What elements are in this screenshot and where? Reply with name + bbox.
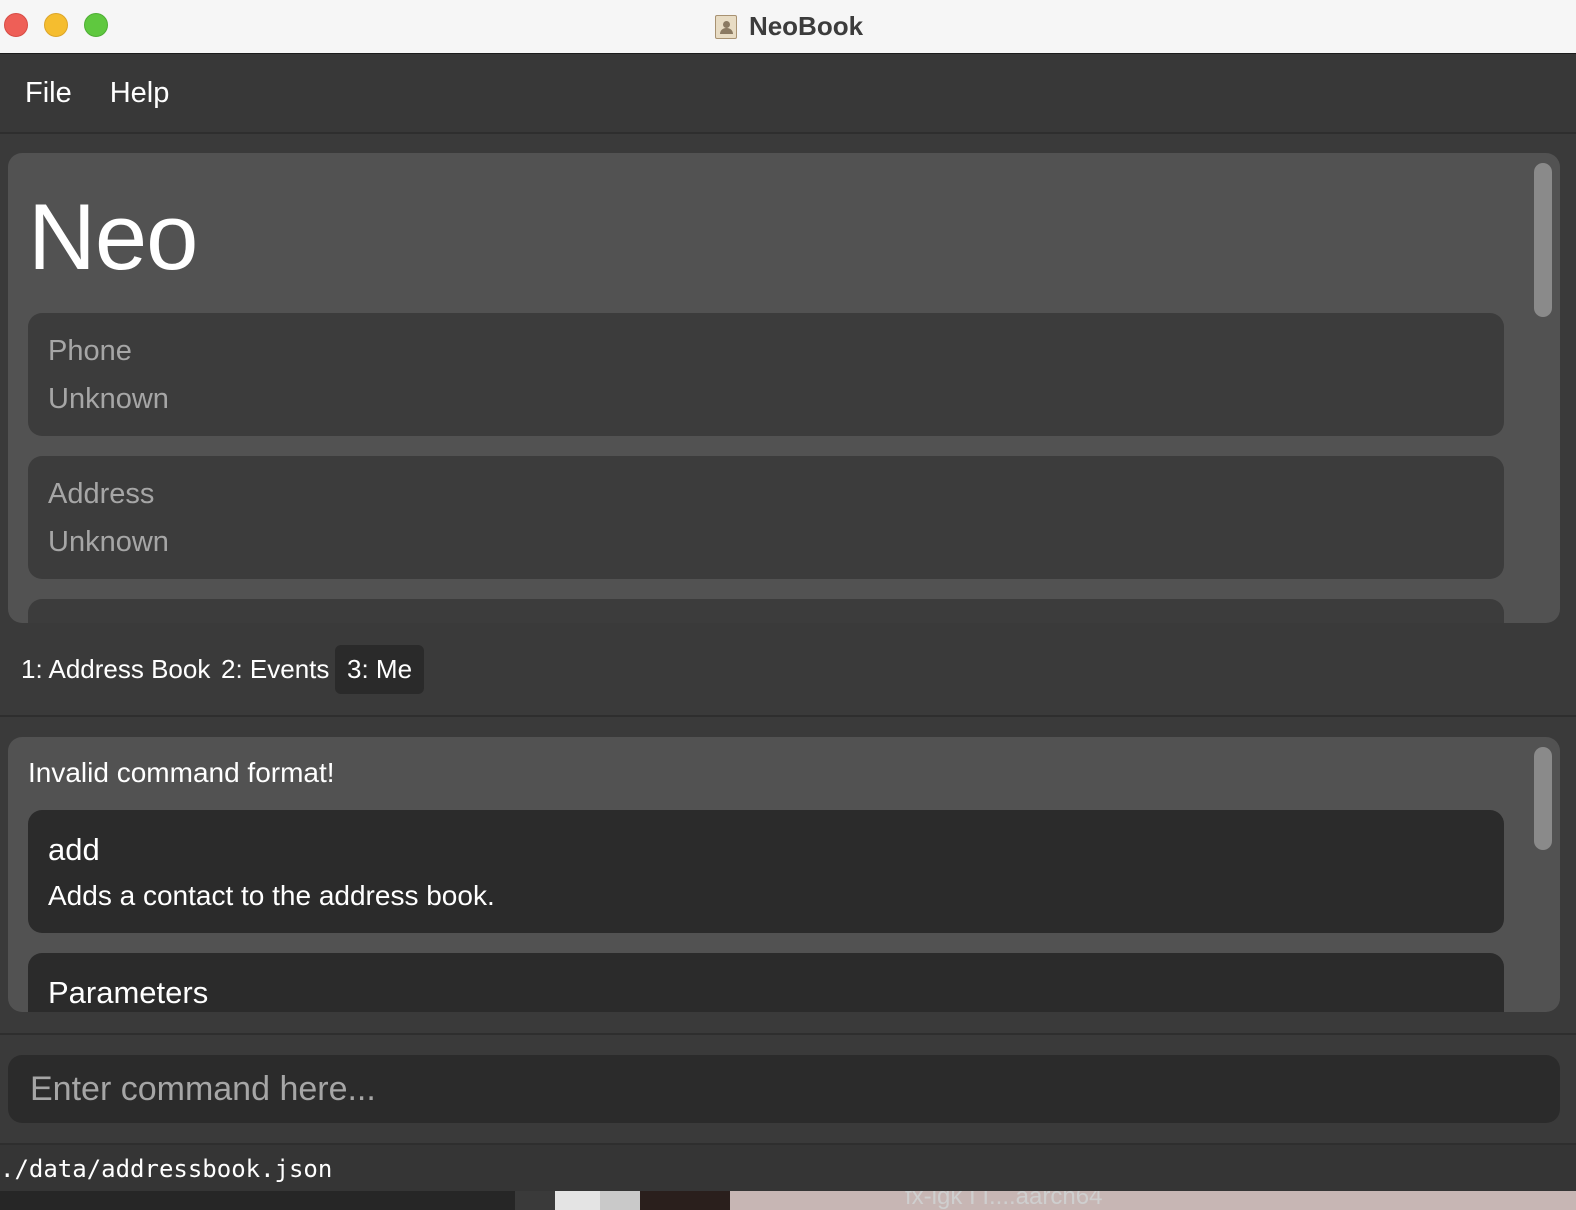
result-message: Invalid command format! (28, 757, 335, 788)
phone-card: Phone Unknown (28, 313, 1504, 436)
parameters-card: Parameters (28, 953, 1504, 1012)
menu-bar: File Help (0, 54, 1576, 134)
save-file-path: ./data/addressbook.json (0, 1155, 333, 1183)
profile-scrollbar[interactable] (1534, 163, 1552, 317)
parameters-title: Parameters (48, 975, 209, 1010)
command-name: add (48, 832, 100, 867)
tab-address-book[interactable]: 1: Address Book (9, 645, 222, 694)
next-field-card (28, 599, 1504, 623)
window-titlebar: NeoBook (0, 0, 1576, 54)
background-window-text: fx-lgk I I....aarch64 (905, 1191, 1103, 1210)
menu-file[interactable]: File (25, 77, 85, 110)
address-value: Unknown (48, 526, 169, 558)
command-description: Adds a contact to the address book. (48, 880, 495, 911)
command-input[interactable] (8, 1055, 1560, 1123)
window-title-group: NeoBook (0, 0, 1576, 53)
command-help-card: add Adds a contact to the address book. (28, 810, 1504, 933)
phone-value: Unknown (48, 383, 169, 415)
address-book-icon (713, 14, 739, 40)
result-scrollbar[interactable] (1534, 747, 1552, 850)
tab-events[interactable]: 2: Events (209, 645, 341, 694)
status-bar: ./data/addressbook.json (0, 1143, 1576, 1193)
tab-bar: 1: Address Book 2: Events 3: Me (0, 623, 1576, 717)
address-card: Address Unknown (28, 456, 1504, 579)
menu-help[interactable]: Help (110, 77, 183, 110)
background-desktop-strip: fx-lgk I I....aarch64 (0, 1191, 1576, 1210)
phone-label: Phone (48, 335, 132, 367)
window-title: NeoBook (748, 11, 864, 41)
result-panel[interactable]: Invalid command format! add Adds a conta… (8, 737, 1560, 1012)
profile-panel[interactable]: Neo Phone Unknown Address Unknown (8, 153, 1560, 623)
command-area (0, 1033, 1576, 1145)
profile-name: Neo (28, 184, 198, 289)
address-label: Address (48, 478, 155, 510)
tab-me[interactable]: 3: Me (335, 645, 425, 694)
